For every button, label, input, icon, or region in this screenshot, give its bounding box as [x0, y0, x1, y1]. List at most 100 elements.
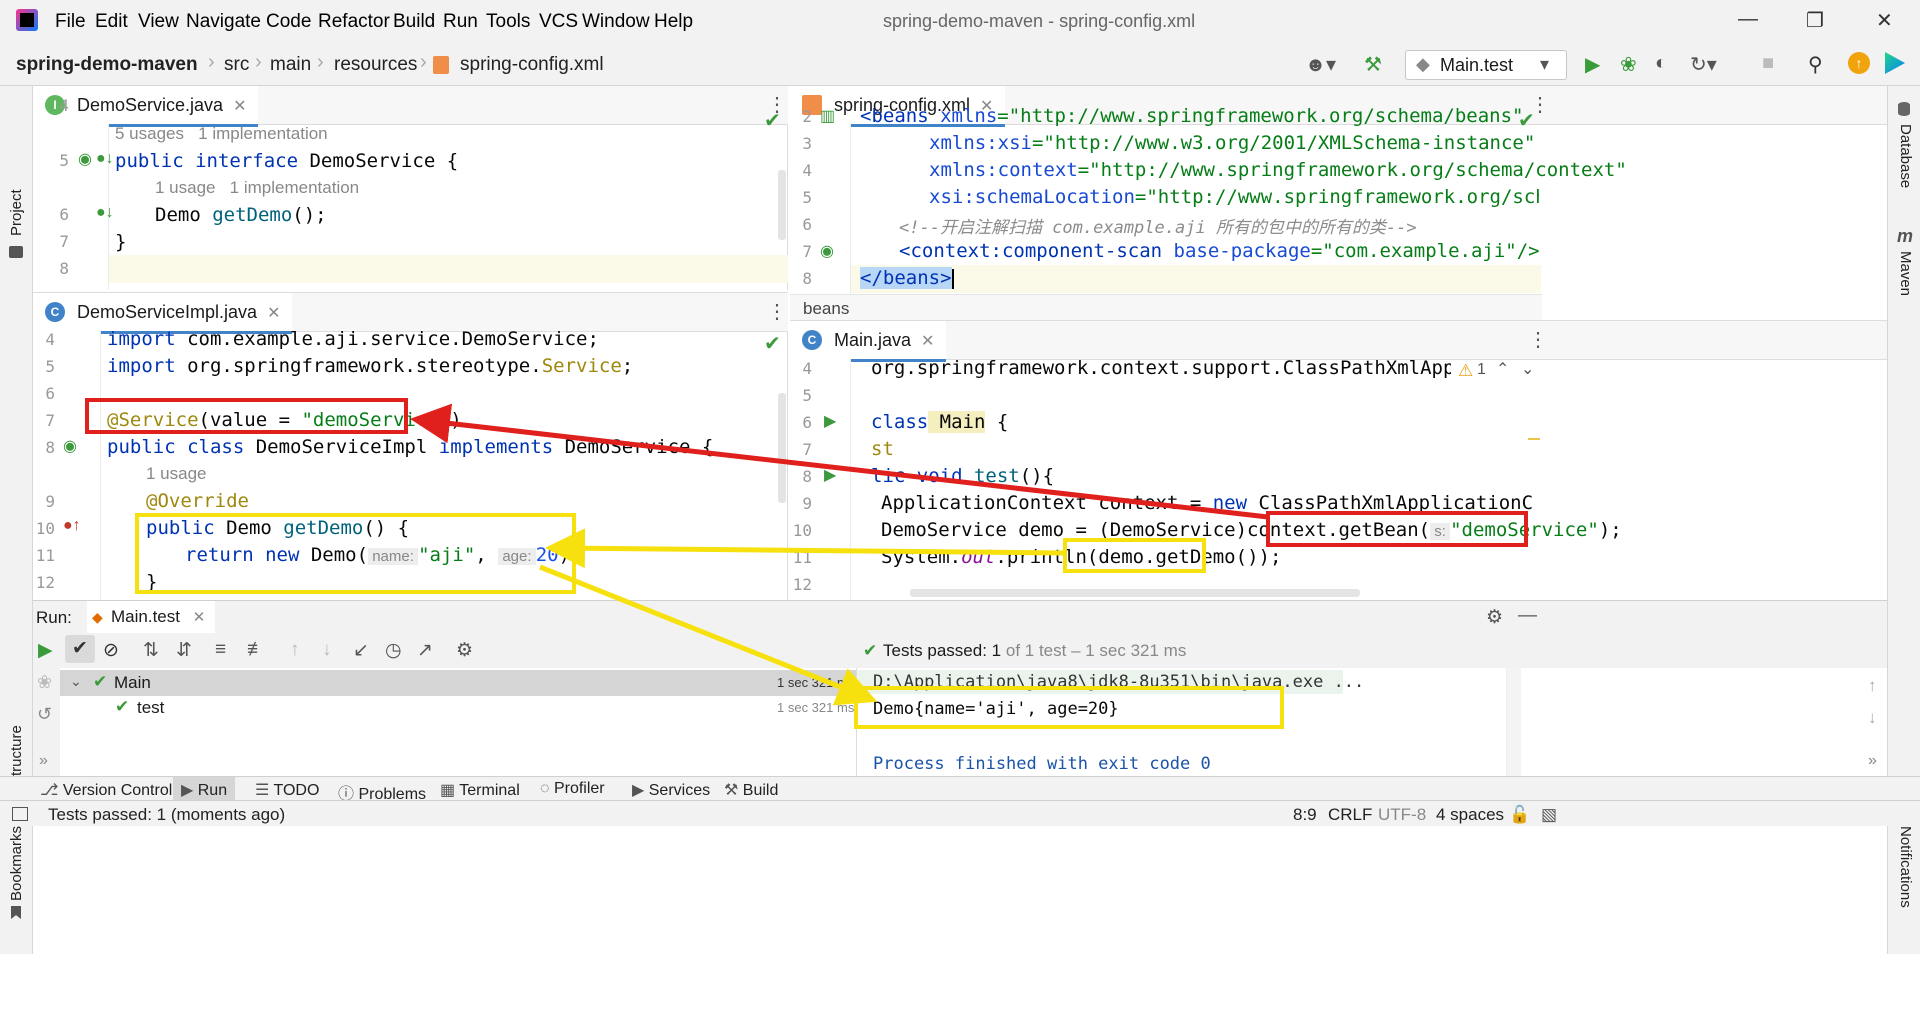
layout-toggle-icon[interactable] — [12, 807, 28, 821]
breadcrumb-file[interactable]: spring-config.xml — [460, 54, 604, 76]
bookmarks-tool-button[interactable]: Bookmarks — [8, 826, 25, 901]
menu-edit[interactable]: Edit — [95, 11, 128, 33]
services-tool-button[interactable]: ▶ Services — [632, 780, 710, 800]
todo-tool-button[interactable]: ☰ TODO — [255, 780, 319, 800]
line-separator[interactable]: CRLF — [1328, 805, 1372, 825]
more-options-icon[interactable]: ⋮ — [767, 299, 787, 324]
scroll-down-icon[interactable]: ↓ — [1868, 708, 1877, 728]
jetbrains-logo-icon[interactable] — [1885, 52, 1905, 74]
run-tab-main-test[interactable]: ◆ Main.test ✕ — [87, 601, 216, 636]
close-icon[interactable]: ✕ — [921, 333, 934, 350]
tab-main-java[interactable]: C Main.java ✕ — [790, 321, 947, 362]
maven-tool-button[interactable]: Maven — [1897, 251, 1914, 296]
collapse-all-icon[interactable]: ≢ — [247, 639, 266, 661]
menu-code[interactable]: Code — [266, 11, 311, 33]
breadcrumb-src[interactable]: src — [224, 54, 249, 76]
search-icon[interactable]: ⚲ — [1808, 52, 1823, 77]
close-window-icon[interactable]: ✕ — [1876, 8, 1893, 33]
inspection-ok-icon[interactable]: ✔ — [764, 331, 781, 356]
previous-highlight-icon[interactable]: ⌃ — [1496, 359, 1509, 379]
next-highlight-icon[interactable]: ⌄ — [1521, 359, 1534, 379]
breadcrumb-project[interactable]: spring-demo-maven — [16, 54, 198, 76]
run-configuration-selector[interactable]: ◆ Main.test ▾ — [1405, 50, 1567, 80]
chevron-down-icon[interactable]: ⌄ — [70, 673, 82, 690]
show-ignored-icon[interactable]: ⊘ — [103, 639, 119, 662]
profile-icon[interactable]: ↻▾ — [1690, 52, 1717, 77]
tree-row-selected[interactable] — [60, 670, 856, 696]
pin-icon[interactable]: ↺ — [37, 704, 52, 725]
lock-icon[interactable]: 🔓 — [1509, 805, 1530, 825]
caret-position[interactable]: 8:9 — [1293, 805, 1317, 825]
rerun-icon[interactable]: ▶ — [38, 639, 53, 662]
horizontal-scrollbar[interactable] — [910, 589, 1360, 597]
coverage-icon[interactable]: ◐ — [1655, 52, 1667, 75]
sort-alphabetically-icon[interactable]: ⇅ — [143, 639, 159, 662]
show-passed-icon[interactable]: ✔ — [65, 635, 95, 663]
usages-hint[interactable]: 1 usage — [146, 464, 207, 484]
version-control-tool-button[interactable]: ⎇ Version Control — [40, 780, 172, 800]
xml-breadcrumb-beans[interactable]: beans — [803, 299, 849, 319]
export-icon[interactable]: ↗ — [417, 639, 433, 662]
expand-all-icon[interactable]: ≡ — [215, 639, 226, 661]
menu-run[interactable]: Run — [443, 11, 478, 33]
terminal-tool-button[interactable]: ▦ Terminal — [440, 780, 520, 800]
test-case-test[interactable]: test — [137, 698, 164, 718]
menu-navigate[interactable]: Navigate — [186, 11, 261, 33]
implemented-gutter-icon[interactable]: ●↓ — [96, 150, 114, 168]
notifications-tool-button[interactable]: Notifications — [1897, 826, 1914, 908]
project-tool-button[interactable]: Project — [8, 189, 25, 236]
menu-tools[interactable]: Tools — [486, 11, 530, 33]
run-class-gutter-icon[interactable]: ▶ — [824, 411, 836, 431]
menu-refactor[interactable]: Refactor — [318, 11, 390, 33]
component-scan-gutter-icon[interactable]: ◉ — [820, 241, 834, 261]
gear-icon[interactable]: ⚙ — [1486, 606, 1503, 629]
usages-hint[interactable]: 1 usage 1 implementation — [155, 178, 359, 198]
menu-build[interactable]: Build — [393, 11, 435, 33]
import-tests-icon[interactable]: ↙ — [353, 639, 369, 662]
bean-gutter-icon[interactable]: ◉ — [78, 149, 92, 169]
hammer-icon[interactable]: ⚒ — [1364, 52, 1382, 77]
implemented-gutter-icon[interactable]: ●↓ — [96, 204, 114, 222]
menu-file[interactable]: File — [55, 11, 86, 33]
update-icon[interactable]: ↑ — [1848, 52, 1870, 74]
memory-icon[interactable]: ▧ — [1541, 805, 1557, 825]
run-test-gutter-icon[interactable]: ▶ — [824, 465, 836, 485]
menu-window[interactable]: Window — [582, 11, 650, 33]
debug-restart-icon[interactable]: ❀ — [37, 672, 52, 693]
warning-icon[interactable]: ⚠ — [1458, 361, 1473, 381]
breadcrumb-resources[interactable]: resources — [334, 54, 417, 76]
console-scrollbar[interactable] — [1507, 668, 1521, 776]
overrides-gutter-icon[interactable]: ●↑ — [63, 517, 81, 535]
close-icon[interactable]: ✕ — [193, 609, 206, 626]
build-tool-button[interactable]: ⚒ Build — [724, 780, 778, 800]
spring-bean-gutter-icon[interactable]: ▥ — [820, 106, 835, 126]
menu-view[interactable]: View — [138, 11, 179, 33]
more-options-icon[interactable]: ⋮ — [1528, 327, 1548, 352]
menu-help[interactable]: Help — [654, 11, 693, 33]
test-suite-main[interactable]: Main — [114, 673, 151, 693]
restore-icon[interactable]: ❐ — [1806, 8, 1824, 33]
file-encoding[interactable]: UTF-8 — [1378, 805, 1426, 825]
close-icon[interactable]: ✕ — [267, 305, 280, 322]
debug-icon[interactable]: ❀ — [1620, 52, 1637, 77]
status-message[interactable]: Tests passed: 1 (moments ago) — [48, 805, 285, 825]
minimize-icon[interactable]: — — [1738, 8, 1758, 31]
menu-vcs[interactable]: VCS — [539, 11, 578, 33]
bean-gutter-icon[interactable]: ◉ — [63, 436, 77, 456]
breadcrumb-main[interactable]: main — [270, 54, 311, 76]
indent-setting[interactable]: 4 spaces — [1436, 805, 1504, 825]
stop-icon[interactable]: ■ — [1762, 52, 1774, 75]
previous-test-icon[interactable]: ↑ — [290, 639, 300, 661]
database-tool-button[interactable]: Database — [1897, 124, 1914, 188]
settings-icon[interactable]: ⚙ — [456, 639, 473, 662]
sort-by-duration-icon[interactable]: ⇵ — [176, 639, 192, 662]
more-icon[interactable]: » — [39, 752, 48, 770]
run-icon[interactable]: ▶ — [1585, 52, 1600, 77]
scroll-up-icon[interactable]: ↑ — [1868, 676, 1877, 696]
user-icon[interactable]: ☻▾ — [1305, 52, 1336, 77]
next-test-icon[interactable]: ↓ — [322, 639, 332, 661]
more-icon[interactable]: » — [1868, 752, 1877, 770]
close-icon[interactable]: ✕ — [233, 98, 246, 115]
history-icon[interactable]: ◷ — [385, 639, 402, 662]
hide-panel-icon[interactable]: — — [1518, 605, 1537, 627]
